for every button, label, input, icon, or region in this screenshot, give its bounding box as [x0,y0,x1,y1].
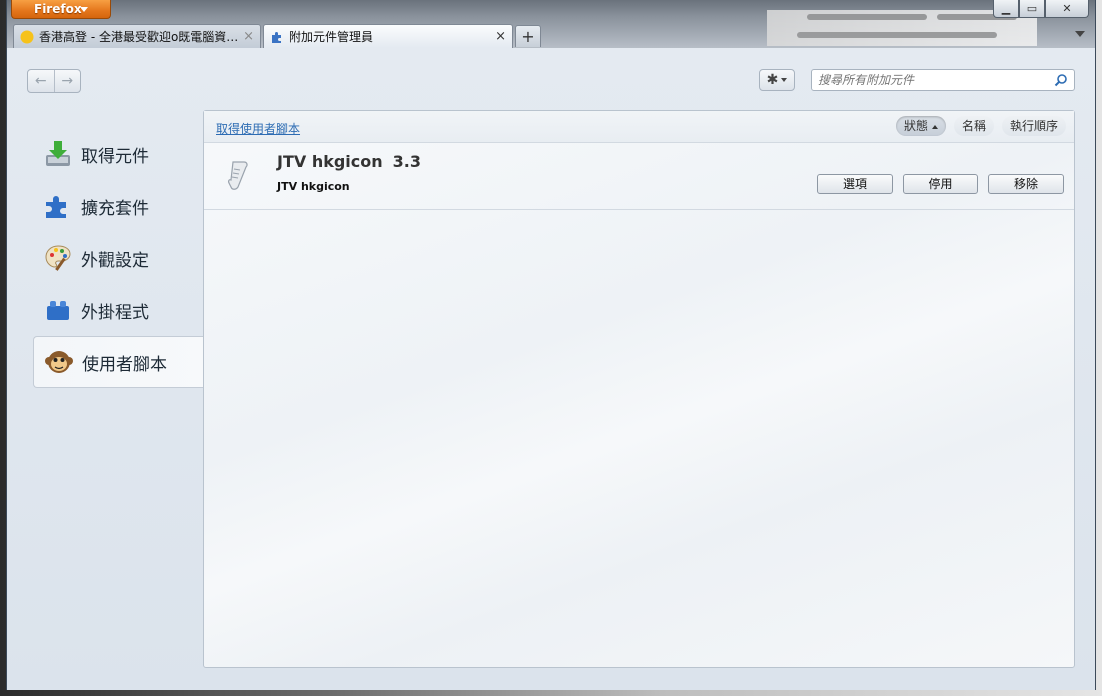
sort-by-name-button[interactable]: 名稱 [953,116,994,136]
back-arrow-icon: ← [34,73,47,89]
script-icon [228,161,248,190]
lego-brick-icon [47,301,69,320]
forward-button[interactable]: → [53,70,81,92]
sort-by-status-button[interactable]: 狀態 [895,116,946,136]
sort-label: 執行順序 [1009,119,1058,133]
back-button[interactable]: ← [28,70,54,92]
sort-label: 狀態 [903,119,928,133]
new-tab-button[interactable]: + [515,25,541,47]
chevron-down-icon [781,78,788,82]
search-box [811,69,1075,91]
tab-strip: 香港高登 - 全港最受歡迎o既電腦資… × 附加元件管理員 × + [13,24,541,48]
sidebar-item-extensions[interactable]: 擴充套件 [33,180,203,232]
palette-icon [45,245,71,271]
maximize-button[interactable]: ▭ [1019,0,1045,18]
sort-ascending-icon [931,124,938,129]
sidebar-item-appearance[interactable]: 外觀設定 [33,232,203,284]
plus-icon: + [521,27,535,46]
category-sidebar: 取得元件 擴充套件 外觀設定 外掛程式 使用者腳本 [33,128,203,388]
sidebar-item-label: 取得元件 [81,146,149,167]
tab-label: 附加元件管理員 [289,30,374,44]
dropdown-arrow-icon [80,7,88,12]
tools-gear-button[interactable]: ✱ [759,69,795,91]
sidebar-item-label: 使用者腳本 [82,354,167,375]
addon-actions: 選項 停用 移除 [817,174,1064,194]
get-user-scripts-link[interactable]: 取得使用者腳本 [216,120,300,137]
tab-hkgolden[interactable]: 香港高登 - 全港最受歡迎o既電腦資… × [13,24,261,48]
sort-label: 名稱 [961,119,986,133]
addon-list-panel: 取得使用者腳本 狀態 名稱 執行順序 JTV hkgicon 3.3 JTV hk… [203,110,1075,668]
sidebar-item-label: 外觀設定 [81,250,149,271]
tab-close-button[interactable]: × [243,29,254,44]
addon-description: JTV hkgicon [277,180,350,193]
navigation-buttons: ← → [27,69,81,93]
sidebar-item-user-scripts[interactable]: 使用者腳本 [33,336,203,388]
site-favicon-icon [20,30,34,43]
sidebar-item-label: 擴充套件 [81,198,149,219]
disable-button[interactable]: 停用 [903,174,978,194]
sidebar-item-label: 外掛程式 [81,302,149,323]
addon-name: JTV hkgicon [277,152,383,171]
tab-label: 香港高登 - 全港最受歡迎o既電腦資… [39,30,239,44]
list-header: 取得使用者腳本 狀態 名稱 執行順序 [204,111,1074,143]
firefox-menu-button[interactable]: Firefox [11,0,111,19]
firefox-window: Firefox ▁ ▭ ✕ 香港高登 - 全港最受歡迎o既電腦資… × 附加元件… [6,0,1096,690]
list-all-tabs-icon[interactable] [1075,31,1085,37]
sidebar-item-get-addons[interactable]: 取得元件 [33,128,203,180]
gear-icon: ✱ [766,72,779,88]
sort-controls: 狀態 名稱 執行順序 [895,116,1066,136]
remove-button[interactable]: 移除 [988,174,1064,194]
addon-title: JTV hkgicon 3.3 [277,152,421,171]
title-bar: Firefox ▁ ▭ ✕ 香港高登 - 全港最受歡迎o既電腦資… × 附加元件… [7,0,1095,48]
puzzle-icon [46,196,66,218]
addon-version: 3.3 [392,152,421,171]
window-close-button[interactable]: ✕ [1045,0,1089,18]
download-icon [46,141,70,166]
puzzle-icon [272,31,281,43]
search-input[interactable] [812,70,1054,90]
sidebar-item-plugins[interactable]: 外掛程式 [33,284,203,336]
monkey-icon [45,351,73,373]
addons-manager-content: ← → ✱ 取得元件 [7,48,1095,690]
tab-addons-manager[interactable]: 附加元件管理員 × [263,24,513,48]
window-controls: ▁ ▭ ✕ [993,0,1089,19]
minimize-button[interactable]: ▁ [993,0,1019,18]
search-icon[interactable] [1054,73,1068,87]
addon-list-item[interactable]: JTV hkgicon 3.3 JTV hkgicon 選項 停用 移除 [204,143,1074,210]
tab-close-button[interactable]: × [495,29,506,44]
sort-by-execution-order-button[interactable]: 執行順序 [1001,116,1066,136]
options-button[interactable]: 選項 [817,174,893,194]
forward-arrow-icon: → [61,73,74,89]
firefox-menu-label: Firefox [34,2,82,16]
